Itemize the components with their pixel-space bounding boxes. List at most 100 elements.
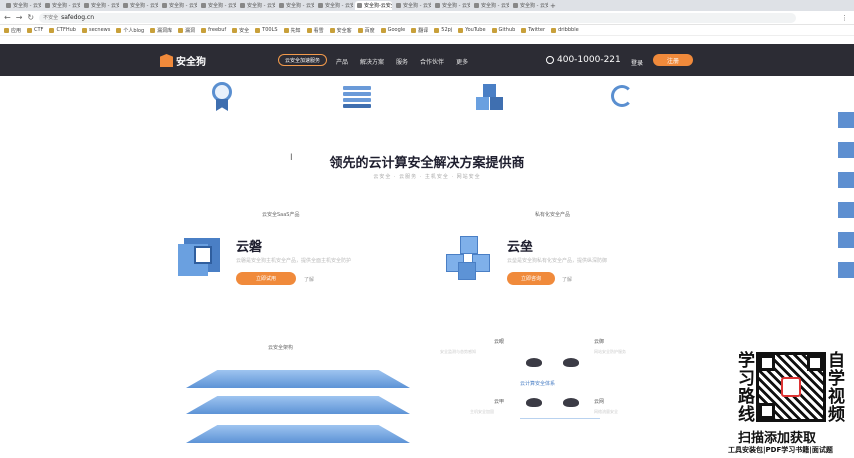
node-desc-3: 主机安全加固: [470, 409, 494, 414]
site-navbar: 安全狗 云安全加速服务 产品 解决方案 服务 合作伙伴 更多 400-1000-…: [0, 44, 854, 76]
browser-tab-label: 安全狗 - 云安全: [169, 3, 197, 9]
bookmark-item[interactable]: Github: [491, 27, 515, 33]
browser-tab[interactable]: 安全狗 - 云安全×: [4, 1, 41, 10]
url-text[interactable]: safedog.cn: [61, 14, 94, 21]
bookmark-item[interactable]: 漏洞: [178, 27, 195, 34]
avatar: [781, 377, 801, 397]
side-float-button[interactable]: [838, 112, 854, 128]
browser-tab[interactable]: 安全狗 - 云安全×: [238, 1, 275, 10]
browser-tab[interactable]: 安全狗-云安全服务...×: [355, 1, 392, 10]
browser-tab[interactable]: 安全狗 - 云安全×: [511, 1, 548, 10]
bookmark-label: 漏洞: [185, 27, 196, 34]
side-float-button[interactable]: [838, 262, 854, 278]
side-float-button[interactable]: [838, 172, 854, 188]
bookmark-item[interactable]: CTF: [27, 27, 43, 33]
learn-yunpan-link[interactable]: 了解: [304, 276, 314, 283]
browser-tab[interactable]: 安全狗 - 云安全×: [433, 1, 470, 10]
bookmark-label: Twitter: [528, 27, 546, 33]
favicon-icon: [45, 3, 50, 8]
browser-tab[interactable]: 安全狗 - 云安全×: [277, 1, 314, 10]
browser-tab[interactable]: 安全狗 - 云安全×: [43, 1, 80, 10]
bookmark-icon: [521, 27, 527, 33]
bookmark-item[interactable]: 安全: [232, 27, 249, 34]
side-float-button[interactable]: [838, 202, 854, 218]
browser-tab-label: 安全狗-云安全服务...: [364, 3, 392, 9]
bookmark-item[interactable]: freebuf: [201, 27, 226, 33]
bookmark-item[interactable]: 个人blog: [116, 27, 144, 34]
learn-yunlei-link[interactable]: 了解: [562, 276, 572, 283]
browser-tab[interactable]: 安全狗 - 云安全×: [316, 1, 353, 10]
menu-item-more[interactable]: 更多: [456, 57, 468, 66]
bookmark-icon: [458, 27, 464, 33]
favicon-icon: [123, 3, 128, 8]
browser-tab[interactable]: 安全狗 - 云安全×: [82, 1, 119, 10]
bookmark-item[interactable]: Google: [380, 27, 405, 33]
bookmark-item[interactable]: 应用: [4, 27, 21, 34]
browser-tab[interactable]: 安全狗 - 云安全×: [121, 1, 158, 10]
bookmark-item[interactable]: T00LS: [255, 27, 278, 33]
consult-yunlei-button[interactable]: 立即咨询: [507, 272, 555, 285]
bookmark-item[interactable]: 52pj: [434, 27, 452, 33]
bookmark-item[interactable]: 看雪: [306, 27, 324, 34]
forward-icon[interactable]: →: [16, 13, 23, 22]
product-category-saas: 云安全SaaS产品: [262, 212, 300, 218]
menu-item-services[interactable]: 服务: [396, 57, 408, 66]
bookmark-item[interactable]: 百度: [357, 27, 375, 34]
bookmark-label: 安全: [239, 27, 250, 34]
node-desc-1: 安全监测与态势感知: [440, 349, 476, 354]
new-tab-icon[interactable]: +: [550, 2, 556, 10]
browser-tab[interactable]: 安全狗 - 云安全×: [472, 1, 509, 10]
bookmark-icon: [306, 27, 312, 33]
bookmark-label: YouTube: [465, 27, 486, 33]
bookmark-item[interactable]: 漏洞库: [150, 27, 172, 34]
bookmark-icon: [434, 27, 440, 33]
bookmark-item[interactable]: secnews: [81, 27, 111, 33]
product-desc-yunlei: 云垒是安全狗私有化安全产品，提供纵深防御: [507, 258, 608, 264]
site-logo[interactable]: 安全狗: [160, 53, 206, 68]
side-float-button[interactable]: [838, 142, 854, 158]
back-icon[interactable]: ←: [4, 13, 11, 22]
browser-tab-label: 安全狗 - 云安全: [442, 3, 470, 9]
try-yunpan-button[interactable]: 立即试用: [236, 272, 296, 285]
bookmark-label: 百度: [364, 27, 375, 34]
page-headline: 领先的云计算安全解决方案提供商: [329, 156, 525, 171]
bookmark-label: secnews: [88, 27, 111, 33]
qr-cta-text: 扫描添加获取: [738, 431, 817, 446]
browser-tab[interactable]: 安全狗 - 云安全×: [394, 1, 431, 10]
bookmark-item[interactable]: 先知: [283, 27, 301, 34]
side-float-button[interactable]: [838, 232, 854, 248]
bookmark-item[interactable]: YouTube: [458, 27, 486, 33]
url-field[interactable]: 不安全 safedog.cn: [39, 12, 796, 23]
bookmark-item[interactable]: CTFHub: [49, 27, 76, 33]
bookmark-icon: [329, 27, 335, 33]
browser-tab-label: 安全狗 - 云安全: [91, 3, 119, 9]
bookmark-item[interactable]: 安全客: [329, 27, 352, 34]
address-bar: ← → ↻ 不安全 safedog.cn ⋮: [0, 11, 854, 25]
menu-item-products[interactable]: 产品: [336, 57, 348, 66]
browser-tab-label: 安全狗 - 云安全: [403, 3, 431, 9]
bookmark-item[interactable]: 翻译: [411, 27, 428, 34]
qr-right-text: 自学视频: [828, 351, 845, 425]
not-secure-indicator[interactable]: 不安全: [43, 14, 58, 21]
browser-tab-label: 安全狗 - 云安全: [520, 3, 548, 9]
browser-tab-label: 安全狗 - 云安全: [247, 3, 275, 9]
bookmark-item[interactable]: dribbble: [551, 27, 579, 33]
qr-promo-panel: 学习路线 自学视频 扫描添加获取 工具安装包|PDF学习书籍|面试题: [724, 350, 854, 458]
main-menu: 产品 解决方案 服务 合作伙伴 更多: [336, 57, 468, 66]
cycle-icon: [608, 82, 636, 112]
reload-icon[interactable]: ↻: [27, 13, 34, 22]
product-category-private: 私有化安全产品: [535, 212, 571, 218]
browser-tab[interactable]: 安全狗 - 云安全×: [199, 1, 236, 10]
browser-menu-icon[interactable]: ⋮: [841, 14, 848, 22]
bookmark-icon: [232, 27, 238, 33]
cloud-service-pill[interactable]: 云安全加速服务: [278, 54, 328, 66]
login-link[interactable]: 登录: [631, 58, 643, 67]
product-name-yunlei: 云垒: [507, 240, 534, 255]
menu-item-solutions[interactable]: 解决方案: [360, 57, 384, 66]
product-name-yunpan: 云磐: [236, 240, 263, 255]
browser-tab[interactable]: 安全狗 - 云安全×: [160, 1, 197, 10]
register-button[interactable]: 注册: [653, 54, 693, 66]
bookmark-icon: [116, 27, 122, 33]
bookmark-item[interactable]: Twitter: [521, 27, 545, 33]
menu-item-partners[interactable]: 合作伙伴: [420, 57, 444, 66]
